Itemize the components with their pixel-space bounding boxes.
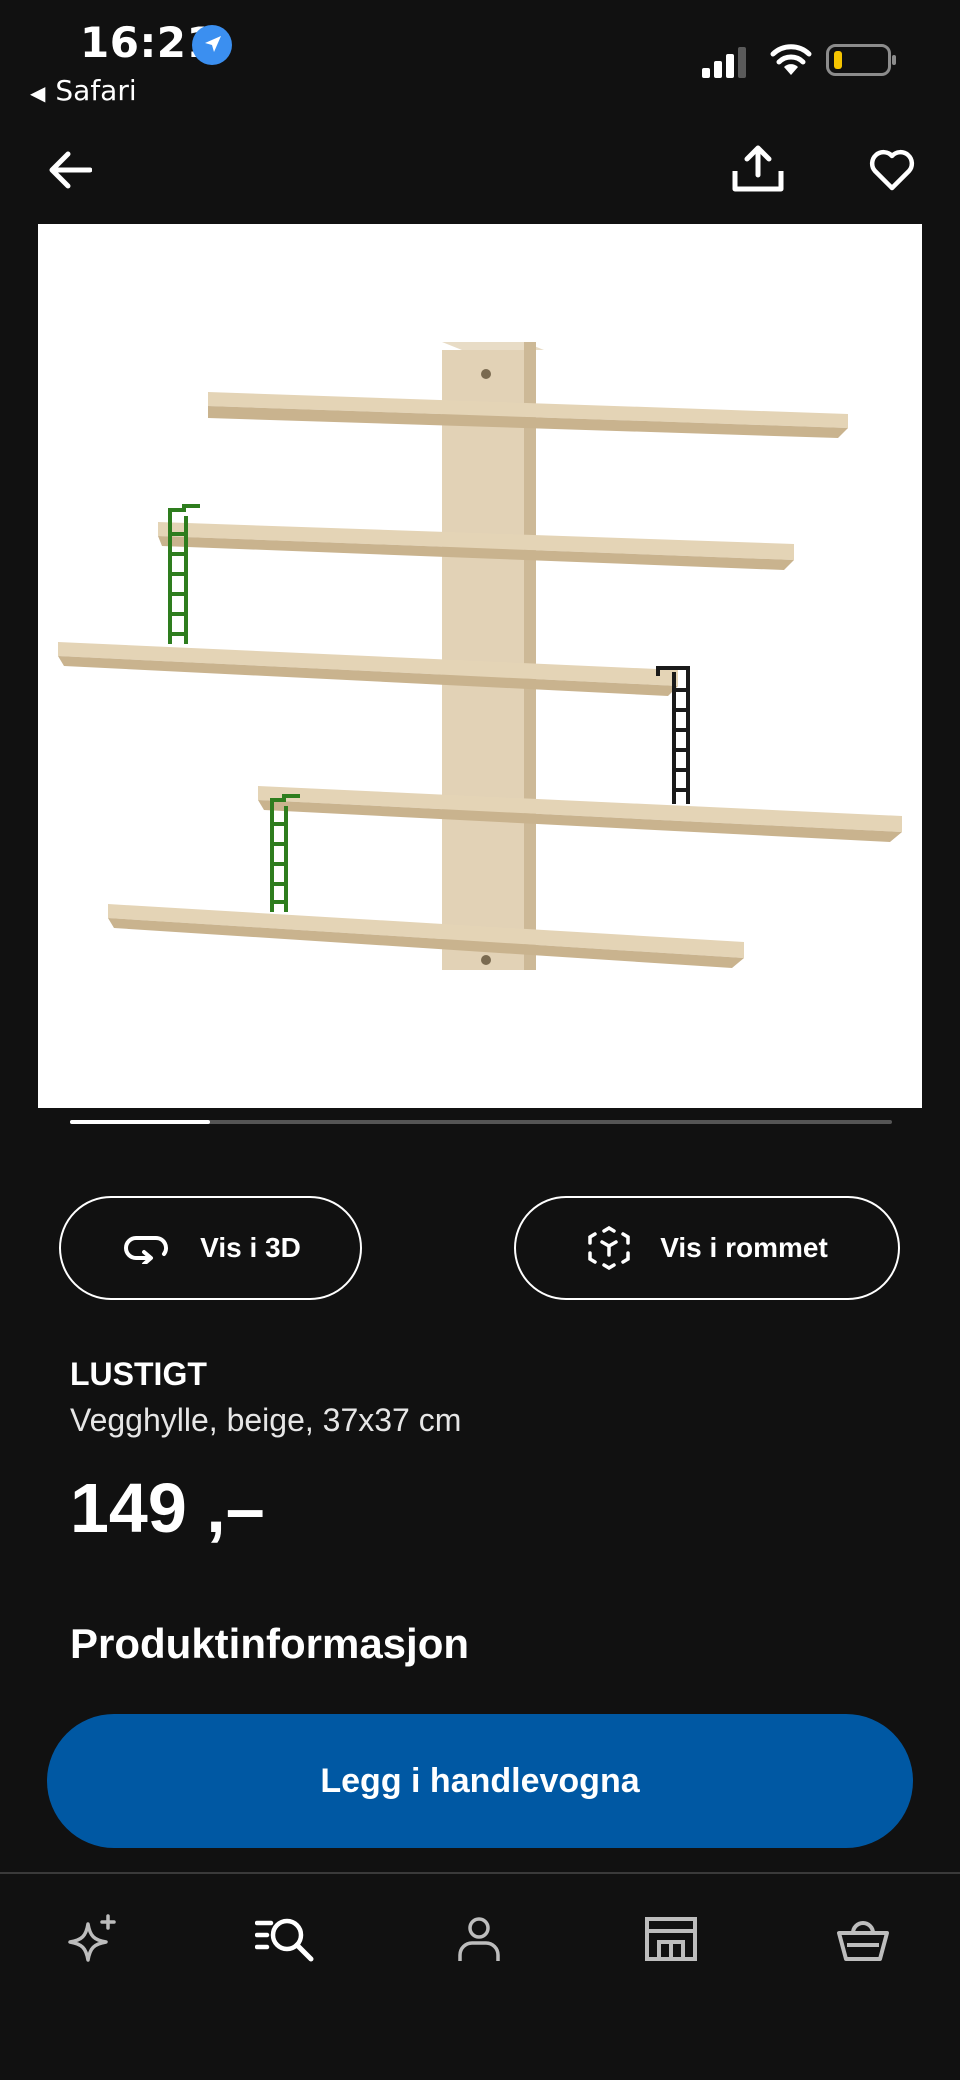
tab-inspiration[interactable] <box>58 1904 128 1974</box>
ar-cube-icon <box>588 1226 630 1270</box>
tab-basket[interactable] <box>828 1904 898 1974</box>
sparkle-icon <box>68 1914 116 1962</box>
view-in-room-label: Vis i rommet <box>660 1232 828 1263</box>
add-to-cart-button[interactable]: Legg i handlevogna <box>47 1714 913 1848</box>
arrow-left-icon <box>49 151 92 189</box>
signal-icon <box>702 47 746 78</box>
location-arrow-icon <box>192 25 232 65</box>
tab-profile[interactable] <box>444 1904 514 1974</box>
search-list-icon <box>255 1918 314 1962</box>
product-description: Vegghylle, beige, 37x37 cm <box>70 1402 462 1438</box>
product-name: LUSTIGT <box>70 1356 207 1392</box>
favorite-button[interactable] <box>862 140 922 200</box>
view-in-room-button[interactable]: Vis i rommet <box>514 1196 900 1300</box>
basket-icon <box>837 1921 889 1961</box>
view-3d-label: Vis i 3D <box>200 1232 301 1263</box>
back-button[interactable] <box>40 140 100 200</box>
profile-icon <box>458 1917 500 1961</box>
view-3d-button[interactable]: Vis i 3D <box>59 1196 362 1300</box>
share-icon <box>732 145 784 192</box>
wall-shelf-illustration <box>58 342 902 970</box>
product-price: 149 ,– <box>70 1469 265 1547</box>
wifi-icon <box>770 44 812 75</box>
bottom-tab-bar <box>0 1872 960 2080</box>
status-bar: 16:21 ◀ Safari <box>0 0 960 110</box>
product-image[interactable] <box>38 224 922 1108</box>
carousel-progress <box>70 1120 210 1124</box>
image-carousel-indicator <box>70 1120 892 1124</box>
back-app-label: Safari <box>55 74 137 107</box>
battery-icon <box>826 44 896 76</box>
share-button[interactable] <box>728 136 788 202</box>
heart-icon <box>869 149 915 191</box>
tab-stores[interactable] <box>636 1904 706 1974</box>
rotate-360-icon <box>124 1236 169 1264</box>
tab-search[interactable] <box>250 1904 320 1974</box>
store-icon <box>645 1917 697 1961</box>
product-info-heading[interactable]: Produktinformasjon <box>70 1620 469 1668</box>
back-triangle-icon: ◀ <box>30 81 46 105</box>
back-to-safari-link[interactable]: ◀ Safari <box>30 74 137 107</box>
